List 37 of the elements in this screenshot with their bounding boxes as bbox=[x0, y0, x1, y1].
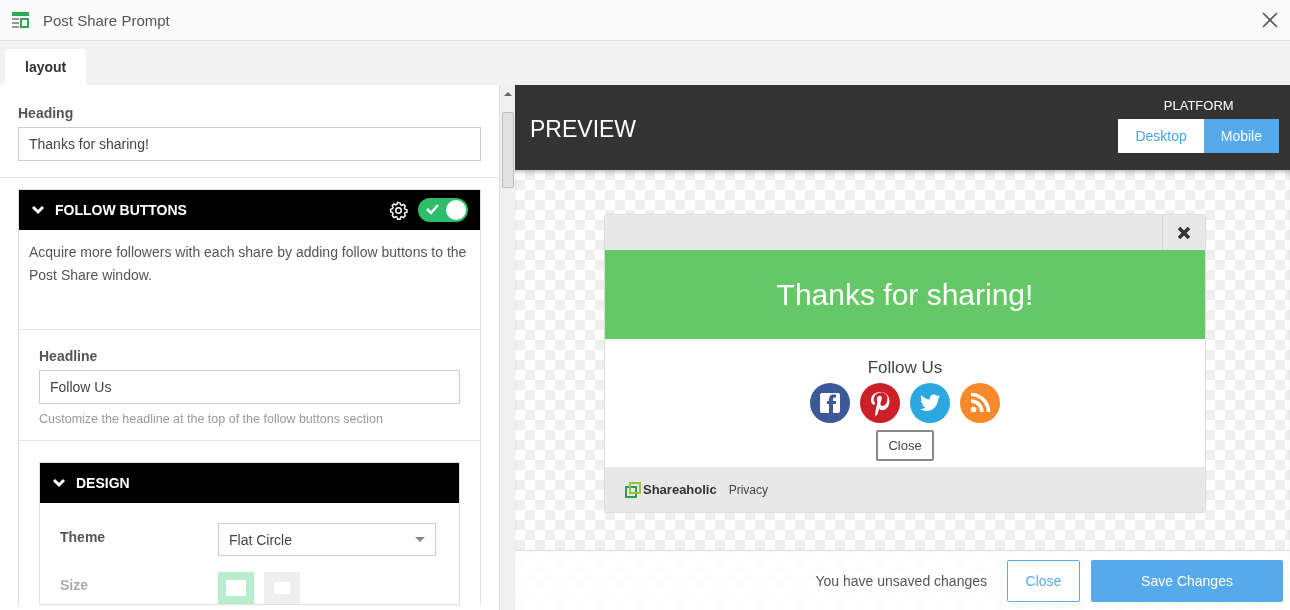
scrollbar-thumb[interactable] bbox=[501, 112, 514, 188]
section-title: DESIGN bbox=[76, 475, 131, 491]
toggle-switch[interactable] bbox=[418, 198, 468, 222]
settings-icon[interactable] bbox=[389, 200, 408, 220]
section-header[interactable]: FOLLOW BUTTONS bbox=[19, 190, 480, 230]
squares-icon bbox=[625, 481, 641, 498]
pin-icon[interactable] bbox=[860, 383, 900, 423]
field-label: Size bbox=[60, 577, 89, 593]
headline-field[interactable]: Follow Us bbox=[39, 370, 460, 404]
brand-logo[interactable]: Shareaholic bbox=[625, 481, 717, 498]
privacy-link[interactable]: Privacy bbox=[728, 482, 769, 497]
check-icon bbox=[426, 204, 439, 215]
section-title: FOLLOW BUTTONS bbox=[55, 202, 188, 218]
close-button[interactable] bbox=[1262, 12, 1278, 28]
close-button[interactable]: Close bbox=[876, 430, 934, 461]
section-header[interactable]: DESIGN bbox=[40, 463, 459, 503]
window-title: Post Share Prompt bbox=[43, 11, 171, 29]
status-text: You have unsaved changes bbox=[815, 572, 987, 589]
heading-field[interactable]: Thanks for sharing! bbox=[18, 127, 481, 161]
theme-dropdown[interactable]: Flat Circle bbox=[218, 523, 436, 556]
section-description: Acquire more followers with each share by adding follow buttons to the Post Share window. bbox=[19, 230, 480, 330]
square-f-icon[interactable] bbox=[810, 383, 850, 423]
bird-icon[interactable] bbox=[910, 383, 950, 423]
platform-label: PLATFORM bbox=[1163, 98, 1234, 113]
tab[interactable]: layout bbox=[5, 49, 87, 85]
close-icon bbox=[1262, 12, 1278, 28]
preview-title: PREVIEW bbox=[530, 115, 638, 143]
caret-icon bbox=[415, 537, 425, 542]
up-arrow-icon[interactable] bbox=[503, 91, 512, 96]
layout-icon bbox=[12, 12, 29, 28]
field-label: Theme bbox=[60, 528, 107, 545]
field-label: Heading bbox=[18, 105, 75, 121]
follow-label: Follow Us bbox=[867, 358, 943, 378]
field-label: Headline bbox=[39, 348, 99, 364]
close-icon bbox=[1177, 225, 1191, 240]
popup-heading: Thanks for sharing! bbox=[605, 250, 1205, 339]
help-text: Customize the headline at the top of the follow buttons section bbox=[39, 412, 384, 426]
